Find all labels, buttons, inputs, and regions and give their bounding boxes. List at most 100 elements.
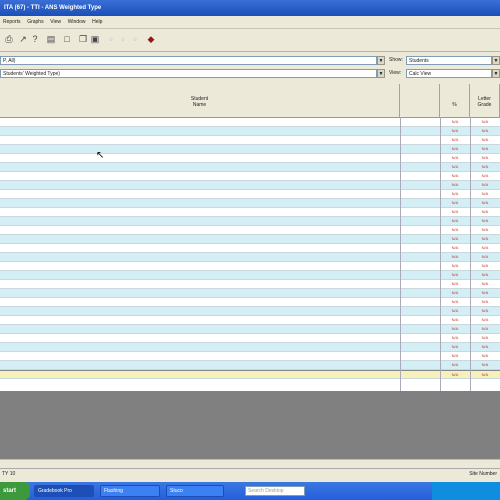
letter-grade-cell[interactable]: N/A <box>470 163 500 171</box>
column-header-student-name[interactable]: Student Name <box>0 84 400 117</box>
percent-cell[interactable]: N/A <box>440 271 470 279</box>
menu-view[interactable]: View <box>47 16 63 28</box>
view-select[interactable]: Calc View <box>406 69 492 78</box>
table-row[interactable]: N/A N/A <box>0 244 500 253</box>
table-row[interactable]: N/A N/A <box>0 208 500 217</box>
table-row[interactable]: N/A N/A <box>0 280 500 289</box>
taskbar-item-3[interactable]: Stuco <box>166 485 224 497</box>
menu-window[interactable]: Window <box>65 16 88 28</box>
table-row[interactable]: N/A N/A <box>0 298 500 307</box>
letter-grade-cell[interactable]: N/A <box>470 352 500 360</box>
letter-grade-cell[interactable]: N/A <box>470 253 500 261</box>
letter-grade-cell[interactable]: N/A <box>470 127 500 135</box>
table-row[interactable]: N/A N/A <box>0 325 500 334</box>
arrow-icon[interactable]: ↗ <box>18 33 28 45</box>
table-row[interactable]: N/A N/A <box>0 127 500 136</box>
table-row[interactable]: N/A N/A <box>0 199 500 208</box>
table-row[interactable]: N/A N/A <box>0 253 500 262</box>
view-dropdown-button[interactable]: ▼ <box>492 69 500 78</box>
letter-grade-cell[interactable]: N/A <box>470 190 500 198</box>
desktop-search-input[interactable]: Search Desktop <box>245 486 305 496</box>
percent-cell[interactable]: N/A <box>440 307 470 315</box>
column-header-percent[interactable]: % <box>440 84 470 117</box>
percent-cell[interactable]: N/A <box>440 118 470 126</box>
letter-grade-cell[interactable]: N/A <box>470 289 500 297</box>
taskbar-item-1[interactable]: Gradebook Pro <box>34 485 94 497</box>
letter-grade-cell[interactable]: N/A <box>470 118 500 126</box>
table-row[interactable]: N/A N/A <box>0 145 500 154</box>
table-row[interactable]: N/A N/A <box>0 271 500 280</box>
table-row[interactable]: N/A N/A <box>0 262 500 271</box>
percent-cell[interactable]: N/A <box>440 145 470 153</box>
letter-grade-cell[interactable]: N/A <box>470 307 500 315</box>
percent-cell[interactable]: N/A <box>440 371 470 379</box>
percent-cell[interactable]: N/A <box>440 154 470 162</box>
percent-cell[interactable]: N/A <box>440 226 470 234</box>
percent-cell[interactable]: N/A <box>440 217 470 225</box>
show-select[interactable]: Students <box>406 56 492 65</box>
percent-cell[interactable]: N/A <box>440 334 470 342</box>
letter-grade-cell[interactable]: N/A <box>470 271 500 279</box>
letter-grade-cell[interactable]: N/A <box>470 217 500 225</box>
weighted-type-field[interactable]: Students' Weighted Type) <box>0 69 377 78</box>
chart-icon[interactable]: ▤ <box>46 33 56 45</box>
stamp-icon[interactable]: ◆ <box>146 33 156 45</box>
table-row[interactable]: N/A N/A <box>0 181 500 190</box>
table-row[interactable]: N/A N/A <box>0 226 500 235</box>
table-row[interactable]: N/A N/A <box>0 307 500 316</box>
table-row[interactable]: N/A N/A <box>0 343 500 352</box>
report-filter-field[interactable]: P, All) <box>0 56 377 65</box>
taskbar-item-2[interactable]: Flashing <box>100 485 160 497</box>
table-row[interactable]: N/A N/A <box>0 334 500 343</box>
table-row[interactable]: N/A N/A <box>0 118 500 127</box>
grid-total-row[interactable]: N/A N/A <box>0 370 500 379</box>
percent-cell[interactable]: N/A <box>440 136 470 144</box>
letter-grade-cell[interactable]: N/A <box>470 280 500 288</box>
table-row[interactable]: N/A N/A <box>0 235 500 244</box>
letter-grade-cell[interactable]: N/A <box>470 226 500 234</box>
printer-icon[interactable]: ⎙ <box>4 33 14 45</box>
letter-grade-cell[interactable]: N/A <box>470 172 500 180</box>
letter-grade-cell[interactable]: N/A <box>470 334 500 342</box>
letter-grade-cell[interactable]: N/A <box>470 244 500 252</box>
column-header-letter-grade[interactable]: Letter Grade <box>470 84 500 117</box>
letter-grade-cell[interactable]: N/A <box>470 145 500 153</box>
letter-grade-cell[interactable]: N/A <box>470 343 500 351</box>
percent-cell[interactable]: N/A <box>440 253 470 261</box>
letter-grade-cell[interactable]: N/A <box>470 298 500 306</box>
table-row[interactable]: N/A N/A <box>0 289 500 298</box>
percent-cell[interactable]: N/A <box>440 298 470 306</box>
percent-cell[interactable]: N/A <box>440 343 470 351</box>
percent-cell[interactable]: N/A <box>440 280 470 288</box>
start-button[interactable]: start <box>0 482 30 500</box>
percent-cell[interactable]: N/A <box>440 163 470 171</box>
menu-graphs[interactable]: Graphs <box>24 16 45 28</box>
table-row[interactable]: N/A N/A <box>0 352 500 361</box>
percent-cell[interactable]: N/A <box>440 244 470 252</box>
table-row[interactable]: N/A N/A <box>0 316 500 325</box>
percent-cell[interactable]: N/A <box>440 199 470 207</box>
paste-icon[interactable]: ▣ <box>90 33 100 45</box>
weighted-type-dropdown-button[interactable]: ▼ <box>377 69 385 78</box>
table-row[interactable]: N/A N/A <box>0 361 500 370</box>
show-dropdown-button[interactable]: ▼ <box>492 56 500 65</box>
letter-grade-cell[interactable]: N/A <box>470 316 500 324</box>
letter-grade-cell[interactable]: N/A <box>470 262 500 270</box>
percent-cell[interactable]: N/A <box>440 172 470 180</box>
letter-grade-cell[interactable]: N/A <box>470 208 500 216</box>
percent-cell[interactable]: N/A <box>440 316 470 324</box>
percent-cell[interactable]: N/A <box>440 262 470 270</box>
table-row[interactable]: N/A N/A <box>0 217 500 226</box>
copy-icon[interactable]: ❐ <box>78 33 88 45</box>
letter-grade-cell[interactable]: N/A <box>470 325 500 333</box>
column-header-blank[interactable] <box>400 84 440 117</box>
percent-cell[interactable]: N/A <box>440 361 470 369</box>
percent-cell[interactable]: N/A <box>440 352 470 360</box>
report-filter-dropdown-button[interactable]: ▼ <box>377 56 385 65</box>
letter-grade-cell[interactable]: N/A <box>470 199 500 207</box>
percent-cell[interactable]: N/A <box>440 289 470 297</box>
percent-cell[interactable]: N/A <box>440 181 470 189</box>
percent-cell[interactable]: N/A <box>440 208 470 216</box>
letter-grade-cell[interactable]: N/A <box>470 136 500 144</box>
percent-cell[interactable]: N/A <box>440 127 470 135</box>
